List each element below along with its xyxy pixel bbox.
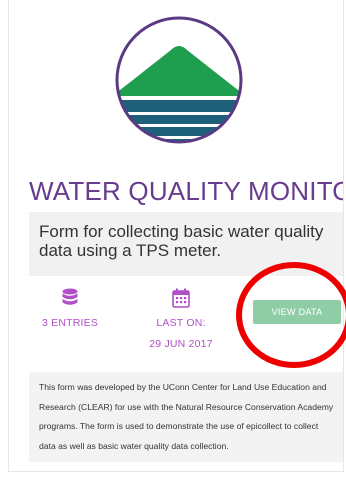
long-description: This form was developed by the UConn Cen… [29, 372, 343, 462]
last-entry-stat: LAST ON: 29 JUN 2017 [139, 288, 223, 355]
entries-count: 3 ENTRIES [41, 317, 99, 329]
view-data-button[interactable]: VIEW DATA [253, 300, 341, 324]
calendar-icon [172, 288, 190, 308]
page: WATER QUALITY MONITO... Form for collect… [0, 0, 346, 481]
project-card: WATER QUALITY MONITO... Form for collect… [8, 0, 344, 472]
entries-stat: 3 ENTRIES [31, 288, 109, 334]
project-title: WATER QUALITY MONITO... [29, 176, 344, 206]
project-logo [113, 14, 245, 146]
last-on-date: 29 JUN 2017 [149, 338, 213, 350]
short-description: Form for collecting basic water quality … [29, 212, 343, 276]
mountain-water-logo-icon [115, 16, 243, 144]
last-on-label: LAST ON: [156, 317, 206, 329]
database-icon [62, 288, 78, 305]
